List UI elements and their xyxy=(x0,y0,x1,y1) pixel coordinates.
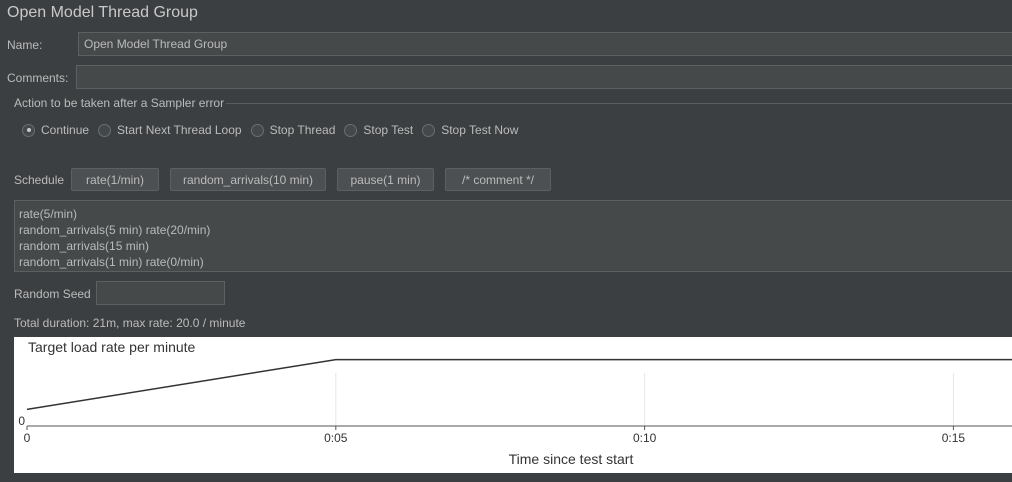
radio-indicator xyxy=(344,123,358,137)
chart-title: Target load rate per minute xyxy=(28,339,196,355)
radio-label: Continue xyxy=(41,123,90,137)
radio-stop-test-now[interactable]: Stop Test Now xyxy=(422,123,518,137)
series-line xyxy=(26,358,1012,411)
window-title: Open Model Thread Group xyxy=(7,4,198,21)
error-action-radio-group: Continue Start Next Thread Loop Stop Thr… xyxy=(22,122,527,138)
radio-label: Stop Thread xyxy=(269,123,336,137)
x-tick-label: 0:15 xyxy=(942,431,966,445)
name-input[interactable] xyxy=(78,32,1012,56)
error-action-legend: Action to be taken after a Sampler error xyxy=(14,96,225,110)
name-label: Name: xyxy=(7,38,43,52)
radio-indicator xyxy=(250,123,264,137)
schedule-textarea[interactable]: rate(5/min) random_arrivals(5 min) rate(… xyxy=(14,200,1012,272)
comments-input[interactable] xyxy=(76,65,1012,89)
group-divider xyxy=(226,103,1012,104)
radio-label: Start Next Thread Loop xyxy=(117,123,242,137)
radio-label: Stop Test Now xyxy=(441,123,519,137)
radio-stop-thread[interactable]: Stop Thread xyxy=(250,123,336,137)
radio-indicator xyxy=(22,123,35,137)
chart-xlabel: Time since test start xyxy=(509,451,634,467)
rate-button[interactable]: rate(1/min) xyxy=(71,168,159,191)
chart-svg: Target load rate per minute Time since t… xyxy=(18,339,1012,467)
summary-text: Total duration: 21m, max rate: 20.0 / mi… xyxy=(14,316,246,330)
load-rate-chart: Target load rate per minute Time since t… xyxy=(14,337,1012,473)
comments-label: Comments: xyxy=(7,71,69,85)
y-tick-label: 0 xyxy=(18,414,25,428)
random-seed-label: Random Seed xyxy=(14,287,91,301)
x-tick-label: 0:05 xyxy=(324,431,348,445)
comment-button[interactable]: /* comment */ xyxy=(445,168,551,191)
x-tick-label: 0:10 xyxy=(633,431,657,445)
x-tick-label: 0 xyxy=(24,431,31,445)
radio-label: Stop Test xyxy=(363,123,414,137)
radio-indicator xyxy=(98,123,112,137)
random-seed-input[interactable] xyxy=(96,281,225,305)
pause-button[interactable]: pause(1 min) xyxy=(337,168,434,191)
radio-indicator xyxy=(422,123,436,137)
schedule-label: Schedule xyxy=(14,173,65,187)
radio-continue[interactable]: Continue xyxy=(22,123,89,137)
radio-start-next-thread-loop[interactable]: Start Next Thread Loop xyxy=(98,123,242,137)
radio-stop-test[interactable]: Stop Test xyxy=(344,123,413,137)
random-arrivals-button[interactable]: random_arrivals(10 min) xyxy=(170,168,326,191)
